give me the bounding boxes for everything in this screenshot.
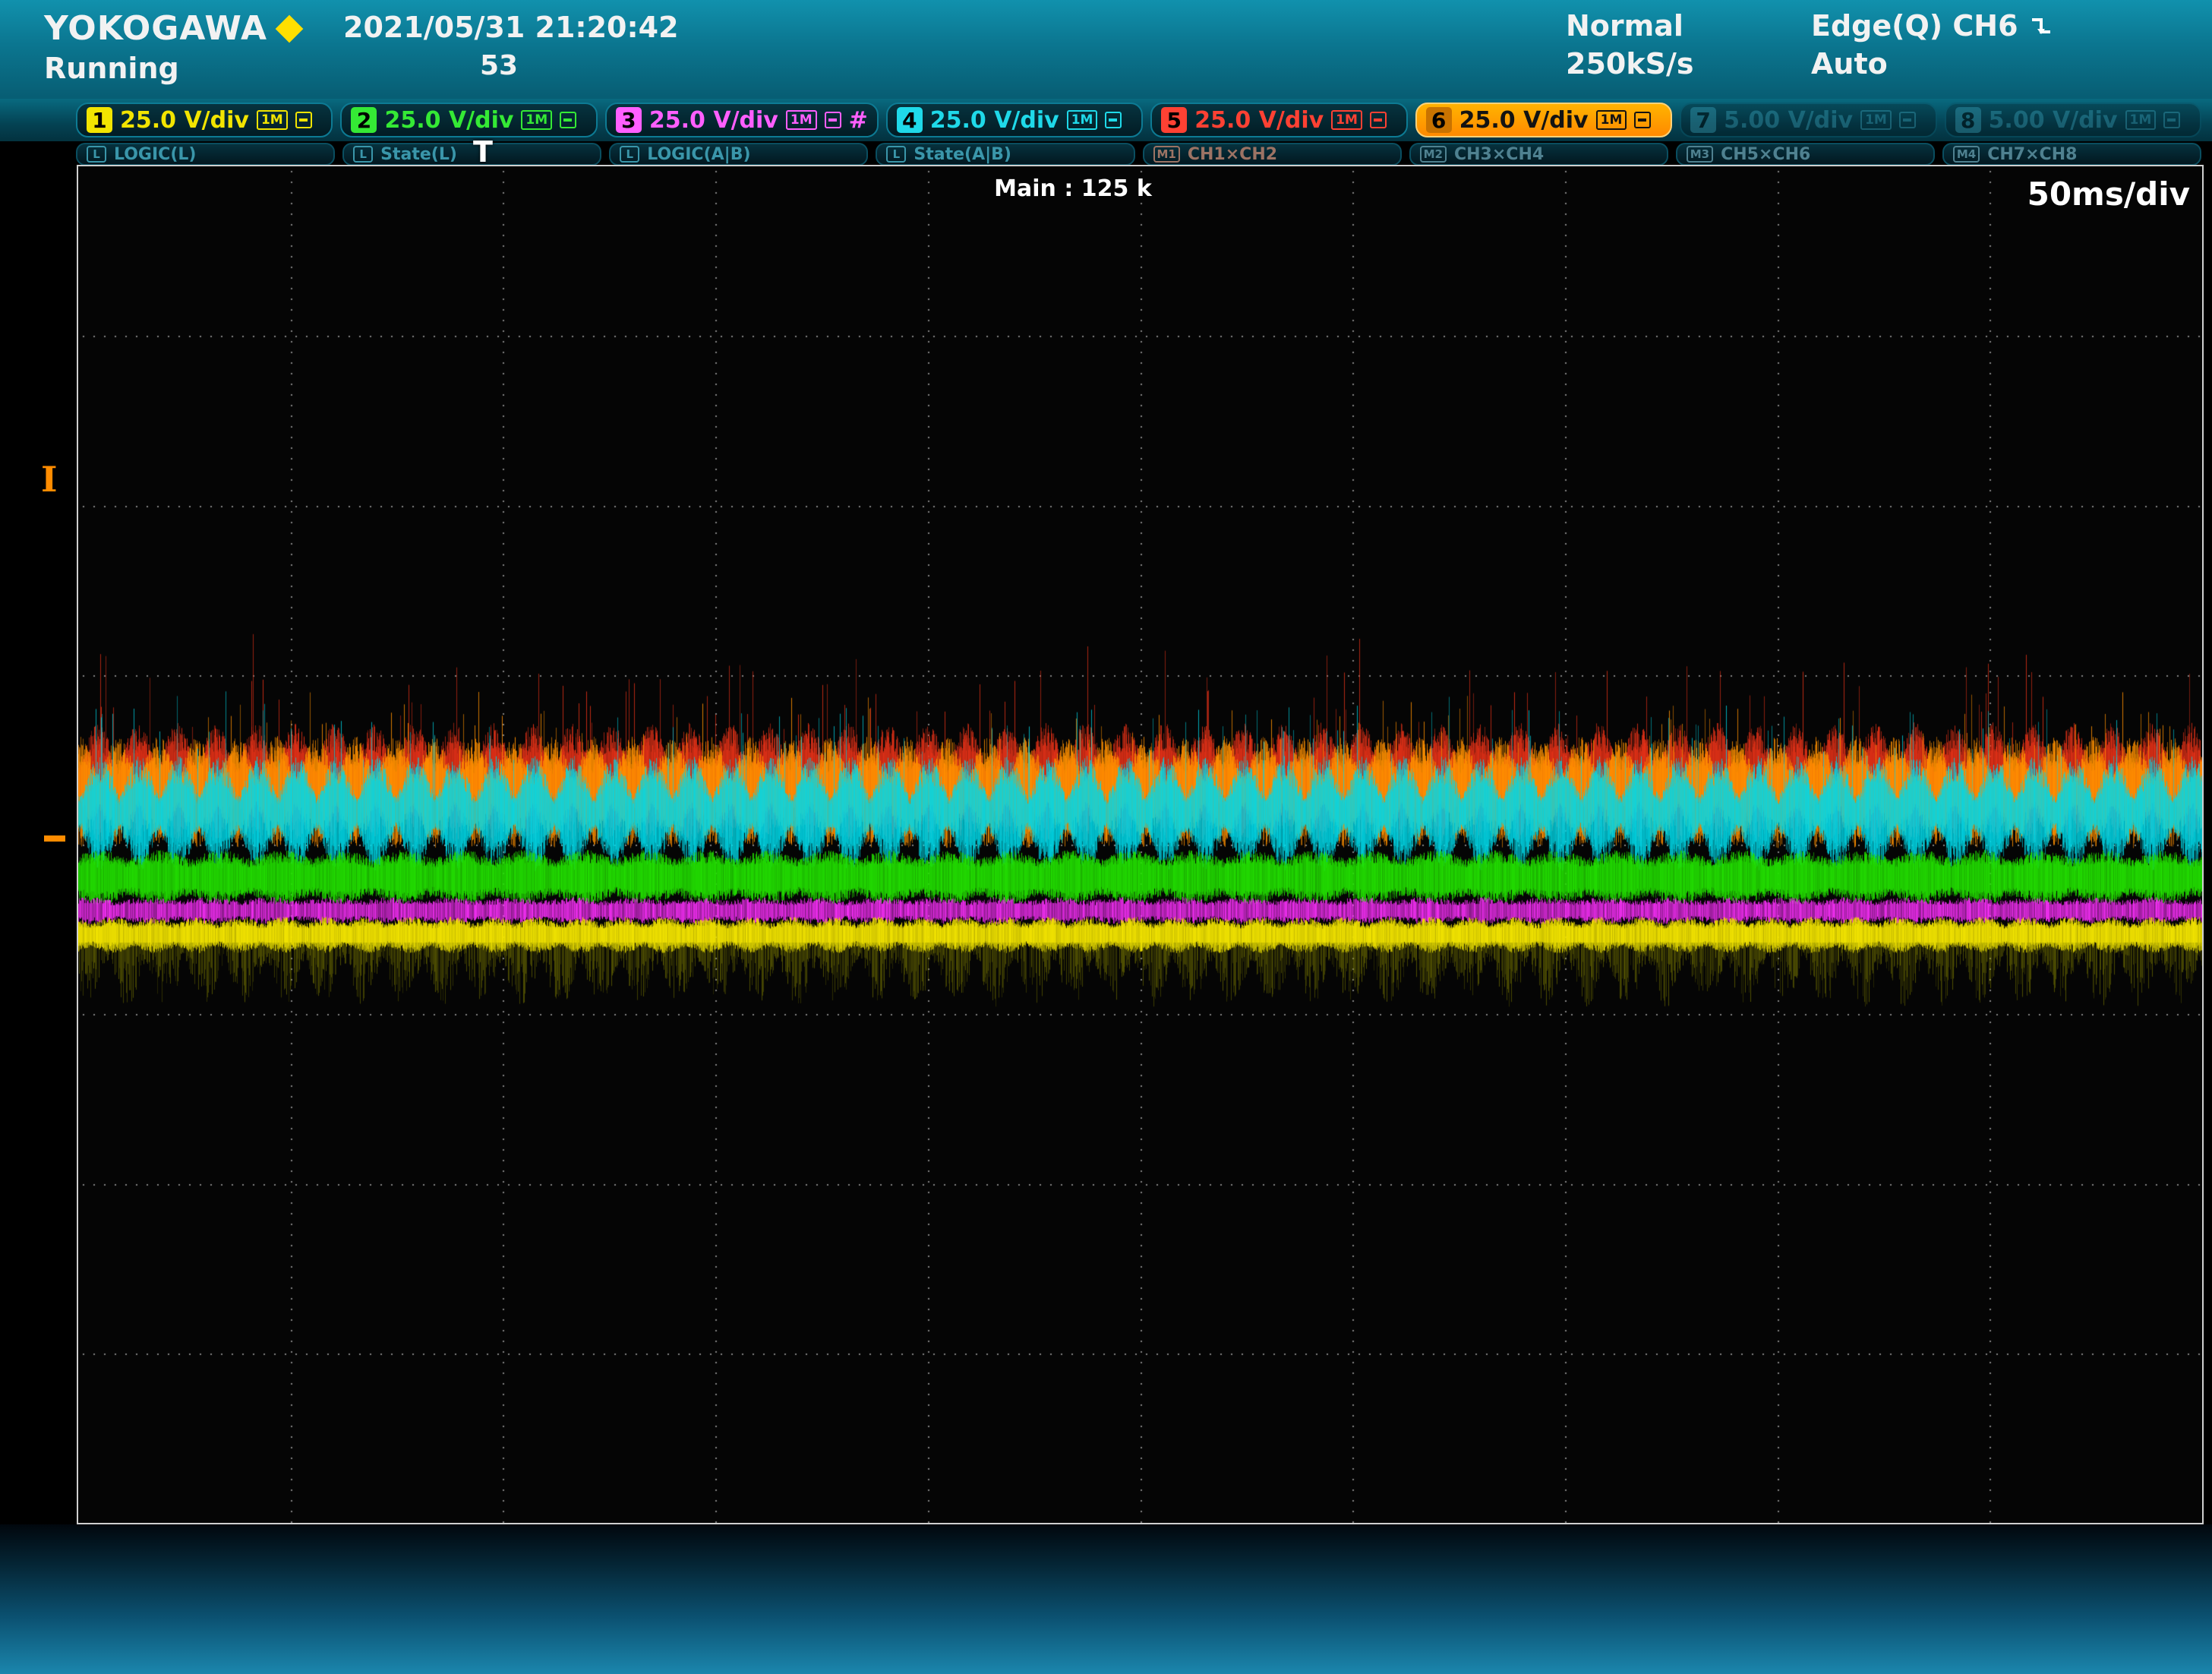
- channel-6-coupling-icon: [1634, 112, 1651, 128]
- channel-3-coupling-icon: [825, 112, 841, 128]
- ch6-ground-level-marker[interactable]: [44, 835, 65, 842]
- trigger-slope-icon: [2029, 13, 2055, 39]
- brand-text: YOKOGAWA: [44, 9, 267, 48]
- channel-7-number: 7: [1690, 107, 1716, 133]
- channel-3-pill[interactable]: 3 25.0 V/div 1M #: [605, 103, 879, 137]
- tab-label: LOGIC(A|B): [647, 145, 750, 164]
- math-channel-icon: M4: [1953, 146, 1980, 163]
- timebase-readout: 50ms/div: [2027, 175, 2190, 213]
- channel-5-coupling-icon: [1370, 112, 1387, 128]
- channel-7-coupling-icon: [1899, 112, 1916, 128]
- channel-5-number: 5: [1161, 107, 1187, 133]
- trigger-position-marker[interactable]: T: [465, 135, 501, 169]
- channel-2-impedance-badge: 1M: [521, 110, 552, 130]
- channel-6-scale: 25.0 V/div: [1459, 107, 1589, 134]
- yokogawa-diamond-icon: [276, 14, 304, 43]
- channel-6-impedance-badge: 1M: [1596, 110, 1627, 130]
- tab-logic-l[interactable]: L LOGIC(L): [76, 143, 335, 166]
- channel-1-scale: 25.0 V/div: [120, 107, 249, 134]
- tab-logic-ab[interactable]: L LOGIC(A|B): [609, 143, 868, 166]
- channel-4-scale: 25.0 V/div: [930, 107, 1059, 134]
- acquisition-mode[interactable]: Normal: [1566, 9, 1683, 43]
- channel-7-scale: 5.00 V/div: [1724, 107, 1853, 134]
- logic-math-bar: L LOGIC(L) L State(L) L LOGIC(A|B) L Sta…: [0, 143, 2212, 167]
- tab-label: CH5×CH6: [1721, 145, 1810, 164]
- trigger-mode[interactable]: Auto: [1811, 47, 1888, 81]
- channel-5-impedance-badge: 1M: [1331, 110, 1362, 130]
- trigger-level-marker[interactable]: I: [41, 462, 58, 497]
- channel-3-number: 3: [616, 107, 642, 133]
- oscilloscope-screen: { "header": { "brand": "YOKOGAWA", "stat…: [0, 0, 2212, 1674]
- logic-group-icon: L: [353, 146, 373, 163]
- brand-logo: YOKOGAWA: [44, 9, 299, 48]
- top-status-bar: YOKOGAWA Running 2021/05/31 21:20:42 53 …: [0, 0, 2212, 99]
- channel-2-scale: 25.0 V/div: [384, 107, 513, 134]
- channel-8-impedance-badge: 1M: [2125, 110, 2157, 130]
- channel-1-coupling-icon: [295, 112, 312, 128]
- channel-bar: 1 25.0 V/div 1M 2 25.0 V/div 1M 3 25.0 V…: [0, 99, 2212, 141]
- channel-6-pill[interactable]: 6 25.0 V/div 1M: [1415, 103, 1672, 137]
- channel-1-number: 1: [87, 107, 112, 133]
- channel-2-coupling-icon: [560, 112, 576, 128]
- math-channel-icon: M2: [1420, 146, 1447, 163]
- tab-label: State(A|B): [914, 145, 1011, 164]
- tab-math-m1[interactable]: M1 CH1×CH2: [1143, 143, 1402, 166]
- channel-6-number: 6: [1426, 107, 1452, 133]
- tab-math-m2[interactable]: M2 CH3×CH4: [1409, 143, 1668, 166]
- tab-state-ab[interactable]: L State(A|B): [876, 143, 1134, 166]
- tab-label: CH7×CH8: [1987, 145, 2077, 164]
- logic-group-icon: L: [87, 146, 106, 163]
- channel-4-pill[interactable]: 4 25.0 V/div 1M: [886, 103, 1143, 137]
- channel-1-pill[interactable]: 1 25.0 V/div 1M: [76, 103, 333, 137]
- logic-group-icon: L: [620, 146, 639, 163]
- acquisition-status: Running: [44, 52, 179, 85]
- channel-4-coupling-icon: [1105, 112, 1122, 128]
- tab-label: CH3×CH4: [1454, 145, 1544, 164]
- waveform-canvas: [78, 166, 2202, 1523]
- bottom-menu-bar: [0, 1524, 2212, 1674]
- channel-4-impedance-badge: 1M: [1067, 110, 1098, 130]
- channel-3-impedance-badge: 1M: [786, 110, 817, 130]
- channel-8-pill[interactable]: 8 5.00 V/div 1M: [1945, 103, 2201, 137]
- channel-3-scale: 25.0 V/div: [649, 107, 778, 134]
- channel-4-number: 4: [897, 107, 923, 133]
- channel-8-number: 8: [1955, 107, 1981, 133]
- tab-label: State(L): [380, 145, 457, 164]
- tab-label: CH1×CH2: [1188, 145, 1277, 164]
- tab-label: LOGIC(L): [114, 145, 196, 164]
- record-length-label: Main : 125 k: [959, 175, 1187, 202]
- channel-1-impedance-badge: 1M: [257, 110, 288, 130]
- channel-7-impedance-badge: 1M: [1860, 110, 1892, 130]
- waveform-display-area: Main : 125 k 50ms/div: [77, 165, 2204, 1524]
- sample-rate-readout: 250kS/s: [1566, 47, 1693, 81]
- channel-3-offset-indicator: #: [849, 107, 868, 134]
- channel-8-coupling-icon: [2163, 112, 2180, 128]
- math-channel-icon: M1: [1153, 146, 1180, 163]
- channel-7-pill[interactable]: 7 5.00 V/div 1M: [1680, 103, 1936, 137]
- math-channel-icon: M3: [1687, 146, 1713, 163]
- channel-2-pill[interactable]: 2 25.0 V/div 1M: [340, 103, 597, 137]
- acquisition-count: 53: [480, 50, 518, 81]
- logic-group-icon: L: [886, 146, 906, 163]
- tab-math-m3[interactable]: M3 CH5×CH6: [1676, 143, 1935, 166]
- channel-2-number: 2: [351, 107, 377, 133]
- tab-math-m4[interactable]: M4 CH7×CH8: [1942, 143, 2201, 166]
- trigger-type-label: Edge(Q) CH6: [1811, 9, 2018, 43]
- channel-8-scale: 5.00 V/div: [1989, 107, 2118, 134]
- channel-5-scale: 25.0 V/div: [1194, 107, 1324, 134]
- trigger-settings[interactable]: Edge(Q) CH6: [1811, 9, 2055, 43]
- datetime-readout: 2021/05/31 21:20:42: [343, 11, 679, 44]
- channel-5-pill[interactable]: 5 25.0 V/div 1M: [1150, 103, 1407, 137]
